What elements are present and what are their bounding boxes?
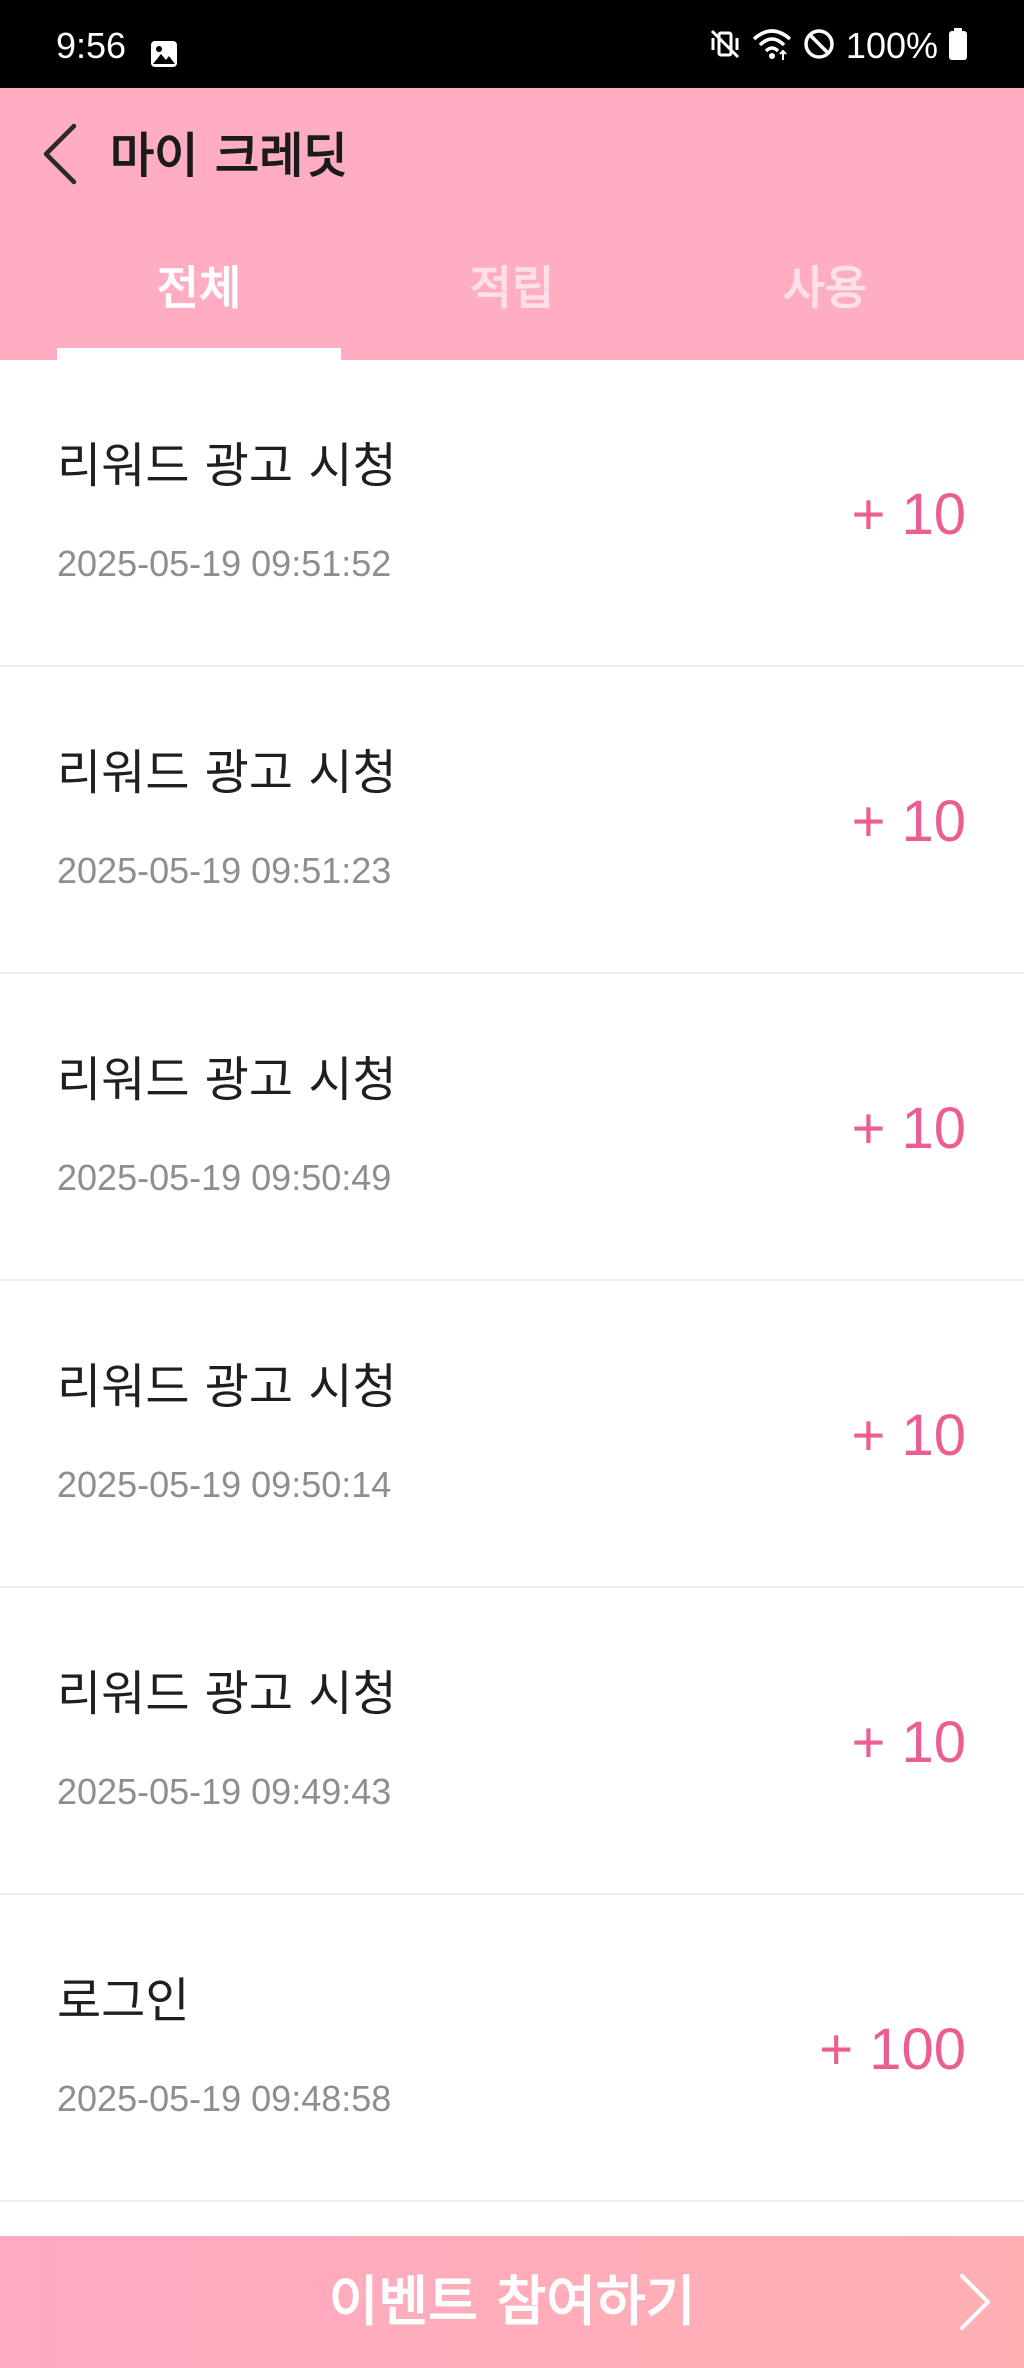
tab-earned[interactable]: 적립 (370, 248, 654, 360)
transaction-amount: + 10 (851, 1710, 967, 1775)
my-credit-screen: 9:56 100% 마이 크레딧 전체 적립 사용 리워드 광고 시청 2025… (0, 0, 1024, 2368)
transaction-date: 2025-05-19 09:51:23 (57, 850, 392, 891)
transaction-amount: + 10 (851, 1403, 967, 1468)
list-item: 로그인 2025-05-19 09:48:58 + 100 (0, 1895, 1024, 2202)
transaction-amount: + 10 (851, 789, 967, 854)
app-header: 마이 크레딧 전체 적립 사용 (0, 88, 1024, 360)
selected-tab-indicator (57, 348, 341, 360)
transaction-title: 리워드 광고 시청 (57, 438, 397, 494)
battery-percentage: 100% (845, 25, 938, 66)
list-item: 리워드 광고 시청 2025-05-19 09:49:43 + 10 (0, 1588, 1024, 1895)
transaction-title: 리워드 광고 시청 (57, 1666, 397, 1722)
transaction-date: 2025-05-19 09:50:49 (57, 1157, 392, 1198)
transaction-title: 리워드 광고 시청 (57, 1052, 397, 1108)
do-not-disturb-icon (802, 27, 836, 65)
battery-icon (948, 27, 968, 65)
transaction-title: 리워드 광고 시청 (57, 1359, 397, 1415)
status-time: 9:56 (56, 25, 127, 66)
list-item: 리워드 광고 시청 2025-05-19 09:50:49 + 10 (0, 974, 1024, 1281)
list-item: 리워드 광고 시청 2025-05-19 09:50:14 + 10 (0, 1281, 1024, 1588)
transaction-date: 2025-05-19 09:51:52 (57, 543, 392, 584)
gallery-notification-icon (150, 40, 178, 72)
transaction-title: 리워드 광고 시청 (57, 745, 397, 801)
credit-history-list: 리워드 광고 시청 2025-05-19 09:51:52 + 10 리워드 광… (0, 360, 1024, 2202)
transaction-amount: + 10 (851, 482, 967, 547)
list-item: 리워드 광고 시청 2025-05-19 09:51:23 + 10 (0, 667, 1024, 974)
transaction-date: 2025-05-19 09:49:43 (57, 1771, 392, 1812)
page-title: 마이 크레딧 (110, 128, 348, 184)
tab-bar: 전체 적립 사용 (0, 248, 1024, 360)
join-event-label: 이벤트 참여하기 (328, 2270, 696, 2333)
tab-all[interactable]: 전체 (57, 248, 341, 360)
back-button[interactable] (36, 116, 84, 196)
transaction-title: 로그인 (57, 1973, 190, 2029)
join-event-button[interactable]: 이벤트 참여하기 (0, 2236, 1024, 2368)
vibrate-mute-icon (708, 27, 742, 65)
status-bar: 9:56 100% (0, 0, 1024, 88)
status-icons: 100% (708, 26, 968, 66)
transaction-date: 2025-05-19 09:50:14 (57, 1464, 392, 1505)
tab-used[interactable]: 사용 (683, 248, 967, 360)
transaction-date: 2025-05-19 09:48:58 (57, 2078, 392, 2119)
chevron-right-icon (944, 2272, 1004, 2332)
wifi-icon (752, 27, 792, 65)
transaction-amount: + 10 (851, 1096, 967, 1161)
transaction-amount: + 100 (819, 2017, 966, 2082)
list-item: 리워드 광고 시청 2025-05-19 09:51:52 + 10 (0, 360, 1024, 667)
chevron-left-icon (40, 122, 80, 190)
